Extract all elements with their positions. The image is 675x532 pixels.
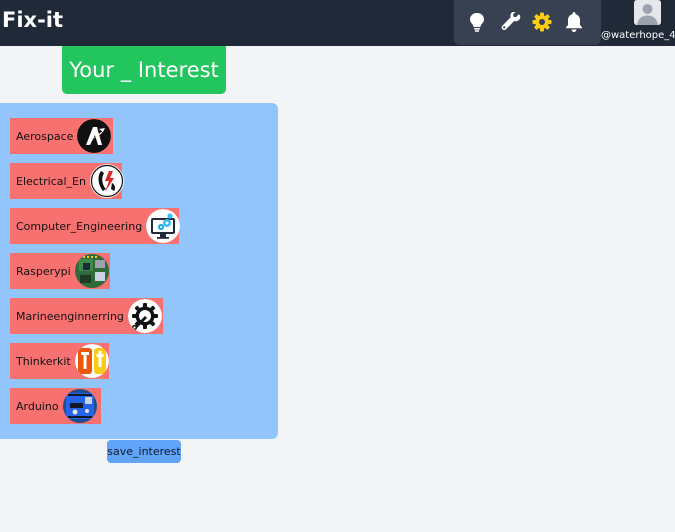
interest-item-aerospace[interactable]: Aerospace — [10, 118, 113, 154]
arduino-board-icon — [62, 389, 97, 423]
gear-icon[interactable] — [528, 8, 556, 36]
wrench-icon[interactable] — [497, 8, 525, 36]
gear-wrench-icon — [127, 299, 162, 333]
save-interest-button[interactable]: save_interest — [107, 440, 181, 463]
interest-label: Thinkerkit — [16, 354, 71, 368]
interest-label: Electrical_En — [16, 174, 86, 188]
lightbulb-icon[interactable] — [463, 8, 491, 36]
username-label: @waterhope_4 — [601, 30, 675, 41]
interest-item-electrical[interactable]: Electrical_En — [10, 163, 124, 199]
interest-item-arduino[interactable]: Arduino — [10, 388, 101, 424]
page-title: Your _ Interest — [62, 46, 226, 94]
avatar[interactable] — [634, 0, 661, 25]
interest-label: Arduino — [16, 399, 59, 413]
interest-label: Aerospace — [16, 129, 74, 143]
interest-item-computer-engineering[interactable]: Computer_Engineering — [10, 208, 181, 244]
interest-item-rasperypi[interactable]: Rasperypi — [10, 253, 110, 289]
interest-list-panel: Aerospace Electrical_En Computer_Enginee… — [0, 103, 278, 439]
raspberry-pi-board-icon — [74, 254, 109, 288]
aerospace-logo-icon — [77, 119, 112, 153]
thinkerkit-logo-icon — [74, 344, 109, 378]
interest-label: Rasperypi — [16, 264, 71, 278]
navbar-icon-group — [454, 0, 601, 45]
top-navbar: Fix-it @waterhope_4 — [0, 0, 675, 46]
user-profile[interactable]: @waterhope_4 — [601, 0, 675, 46]
interest-label: Marineenginnerring — [16, 309, 124, 323]
interest-item-thinkerkit[interactable]: Thinkerkit — [10, 343, 109, 379]
bell-icon[interactable] — [560, 8, 588, 36]
computer-monitor-gears-icon — [146, 209, 181, 243]
brand-logo[interactable]: Fix-it — [2, 8, 63, 32]
electrical-logo-icon — [89, 164, 124, 198]
interest-item-marine-engineering[interactable]: Marineenginnerring — [10, 298, 163, 334]
interest-label: Computer_Engineering — [16, 219, 143, 233]
